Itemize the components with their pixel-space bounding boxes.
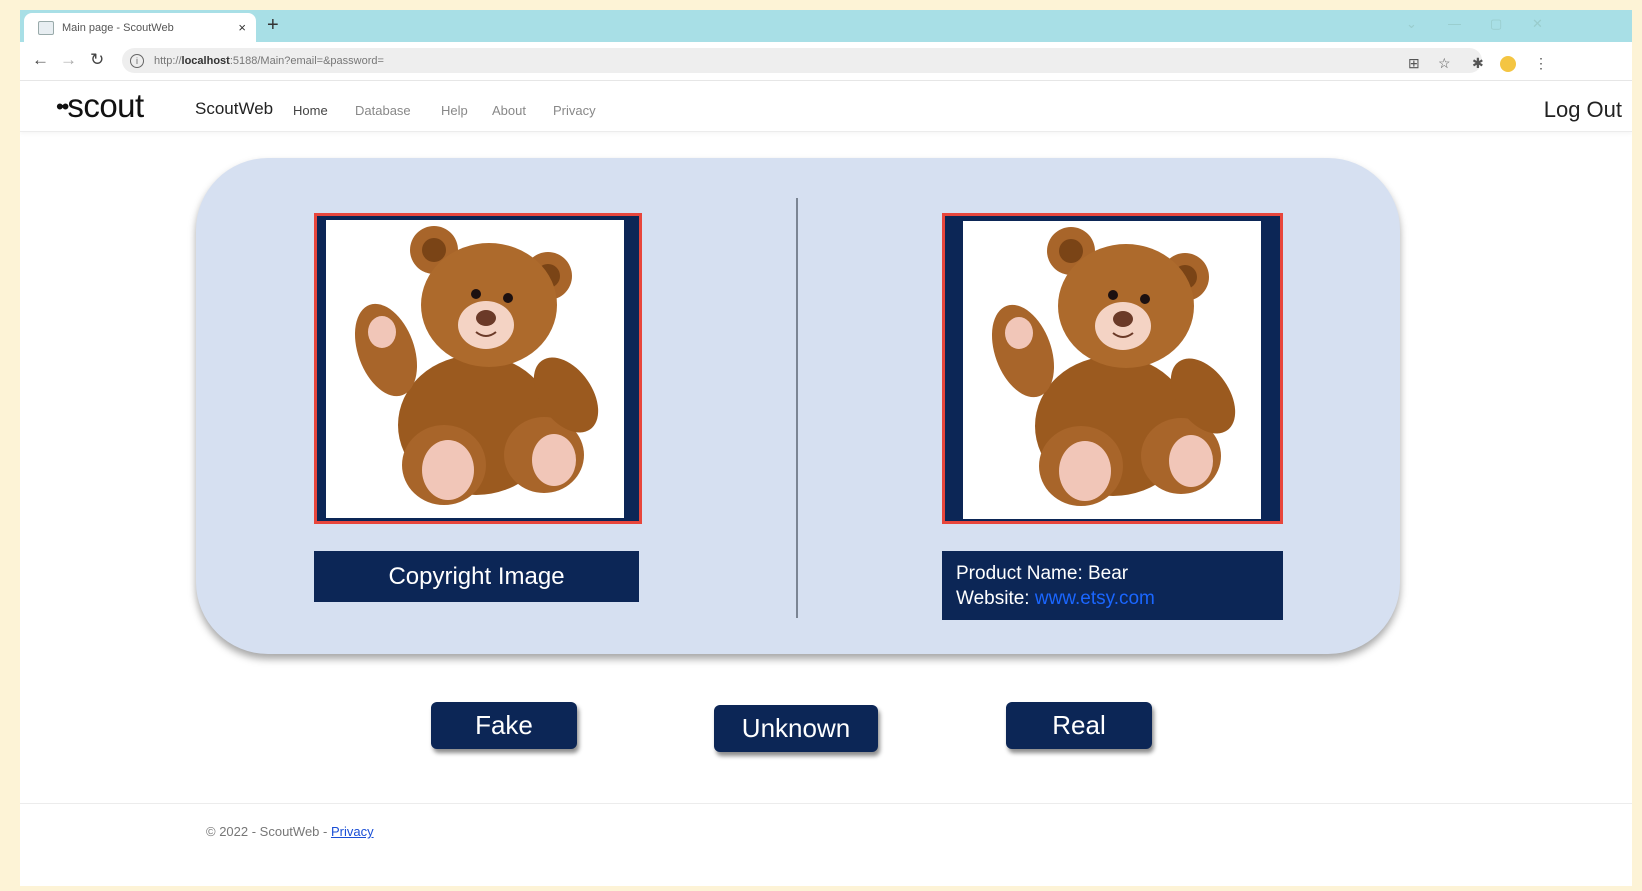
brand-link[interactable]: ScoutWeb (195, 99, 273, 119)
browser-tab[interactable]: Main page - ScoutWeb × (24, 13, 256, 42)
window-close-icon[interactable]: ✕ (1532, 16, 1543, 32)
product-image-frame (942, 213, 1283, 524)
footer: © 2022 - ScoutWeb - Privacy (206, 824, 374, 839)
teddy-bear-image (991, 227, 1236, 506)
forward-icon[interactable]: → (60, 50, 77, 70)
fake-button[interactable]: Fake (431, 702, 577, 749)
panel-divider (796, 198, 798, 618)
nav-about[interactable]: About (492, 103, 526, 118)
tab-strip: Main page - ScoutWeb × + ⌄ — ▢ ✕ (20, 10, 1632, 42)
reload-icon[interactable]: ↻ (90, 50, 104, 70)
website-label: Website: (956, 588, 1030, 609)
info-icon[interactable]: i (130, 53, 144, 68)
page-icon (38, 20, 54, 35)
product-website: Website: www.etsy.com (956, 586, 1269, 611)
new-tab-icon[interactable]: + (267, 14, 279, 36)
browser-toolbar: ← → ↻ i http://localhost:5188/Main?email… (20, 42, 1632, 81)
reader-mode-icon[interactable]: ⊞ (1408, 55, 1420, 72)
nav-privacy[interactable]: Privacy (553, 103, 596, 118)
browser-window: Main page - ScoutWeb × + ⌄ — ▢ ✕ ← → ↻ i… (20, 10, 1632, 886)
product-info-caption: Product Name: Bear Website: www.etsy.com (942, 551, 1283, 620)
copyright-image-caption: Copyright Image (314, 551, 639, 602)
tab-search-icon[interactable]: ⌄ (1406, 16, 1417, 32)
nav-home[interactable]: Home (293, 103, 328, 118)
url-text: http://localhost:5188/Main?email=&passwo… (154, 54, 384, 67)
scout-logo[interactable]: •⸱• scout (56, 87, 144, 125)
copyright-image-frame (314, 213, 642, 524)
product-image (963, 221, 1261, 519)
minimize-icon[interactable]: — (1448, 16, 1461, 31)
close-tab-icon[interactable]: × (238, 20, 246, 35)
real-button[interactable]: Real (1006, 702, 1152, 749)
extensions-icon[interactable]: ✱ (1472, 55, 1484, 72)
unknown-button[interactable]: Unknown (714, 705, 878, 752)
logout-button[interactable]: Log Out (1544, 97, 1622, 123)
maximize-icon[interactable]: ▢ (1490, 16, 1502, 32)
product-name: Product Name: Bear (956, 563, 1129, 584)
footer-copyright: © 2022 - ScoutWeb - (206, 824, 331, 839)
bookmark-star-icon[interactable]: ☆ (1438, 55, 1451, 72)
nav-help[interactable]: Help (441, 103, 468, 118)
footer-divider (20, 803, 1632, 804)
comparison-panel: Copyright Image Product Name: Bear Websi… (196, 158, 1400, 654)
logo-mark-icon: •⸱• (56, 94, 69, 119)
footer-privacy-link[interactable]: Privacy (331, 824, 374, 839)
back-icon[interactable]: ← (32, 50, 49, 70)
copyright-image (326, 220, 624, 518)
tab-title: Main page - ScoutWeb (62, 21, 174, 34)
nav-database[interactable]: Database (355, 103, 411, 118)
menu-icon[interactable]: ⋮ (1534, 55, 1548, 72)
extension-badge-icon[interactable] (1500, 56, 1516, 72)
address-bar[interactable]: i http://localhost:5188/Main?email=&pass… (122, 48, 1482, 73)
logo-text: scout (67, 87, 144, 124)
teddy-bear-image (354, 226, 599, 505)
site-navbar: •⸱• scout ScoutWeb Home Database Help Ab… (20, 81, 1632, 132)
website-link[interactable]: www.etsy.com (1035, 588, 1155, 609)
